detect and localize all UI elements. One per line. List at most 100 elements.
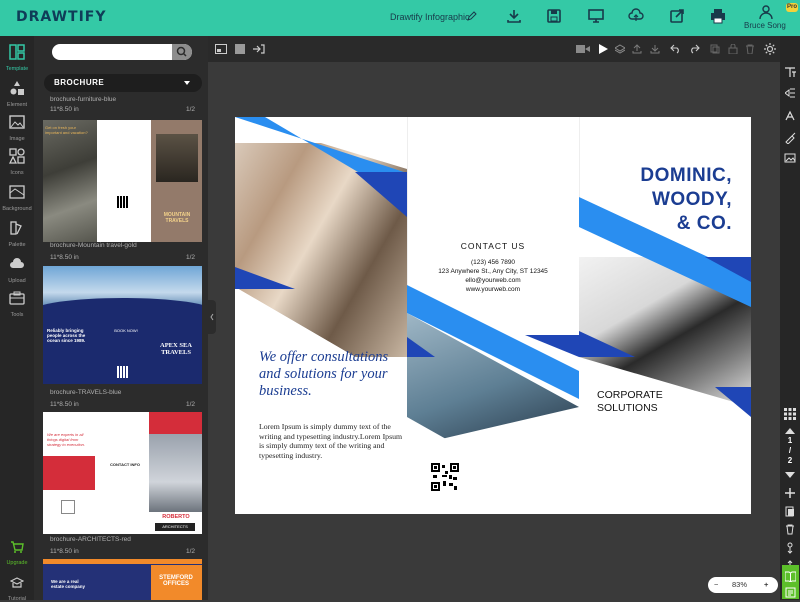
corp-line: CORPORATE [597, 389, 663, 401]
template-icon [9, 44, 25, 60]
body-text[interactable]: Lorem Ipsum is simply dummy text of the … [259, 422, 409, 460]
grid-icon[interactable] [784, 408, 796, 420]
thumb-title: STEMFORD OFFICES [159, 575, 193, 587]
app-logo[interactable]: DRAWTIFY [16, 9, 107, 25]
upload-box-icon[interactable] [632, 44, 642, 54]
rail-icons[interactable]: Icons [0, 148, 34, 176]
search-button[interactable] [172, 44, 192, 60]
print-icon[interactable] [710, 8, 726, 24]
copy-icon[interactable] [710, 44, 720, 54]
template-thumb-stamford[interactable]: We are a real estate company STEMFORD OF… [43, 559, 202, 600]
rail-element[interactable]: Element [0, 80, 34, 108]
qr-code [117, 366, 129, 378]
rail-background[interactable]: Background [0, 184, 34, 212]
rail-upload[interactable]: Upload [0, 256, 34, 284]
chevron-down-icon[interactable] [785, 472, 795, 480]
chevron-up-icon[interactable] [785, 426, 795, 434]
corporate-solutions-text[interactable]: CORPORATE SOLUTIONS [597, 389, 663, 415]
rail-palette[interactable]: Palette [0, 220, 34, 248]
zoom-level[interactable]: 83% [732, 580, 747, 589]
duplicate-page-icon[interactable] [785, 506, 795, 517]
move-page-up-icon[interactable] [785, 542, 795, 554]
brochure-page[interactable]: We offer consultations and solutions for… [235, 117, 751, 514]
book-icon [785, 571, 796, 582]
contact-title[interactable]: CONTACT US [407, 241, 579, 251]
rail-tutorial[interactable]: Tutorial [0, 576, 34, 602]
add-page-icon[interactable] [785, 488, 795, 498]
rail-label: Element [6, 102, 28, 108]
cloud-upload-icon[interactable] [628, 8, 644, 24]
rail-upgrade[interactable]: Upgrade [0, 540, 34, 566]
image-icon [9, 115, 25, 129]
contact-email[interactable]: ello@yourweb.com [407, 277, 579, 284]
search-icon [176, 46, 187, 57]
user-name[interactable]: Bruce Song [744, 21, 786, 30]
panel-collapse-toggle[interactable] [208, 300, 216, 334]
template-thumb-architects[interactable]: We are experts in all things digital fro… [43, 412, 202, 534]
canvas-toolbar [208, 36, 780, 62]
undo-icon[interactable] [670, 44, 680, 54]
video-icon[interactable] [576, 44, 590, 54]
panel-toggle-icon[interactable] [215, 44, 227, 54]
gear-icon[interactable] [764, 43, 776, 55]
redo-icon[interactable] [690, 44, 700, 54]
qr-code[interactable] [431, 463, 459, 491]
layers-icon[interactable] [615, 44, 625, 54]
corp-line: SOLUTIONS [597, 402, 658, 414]
thumb-orange-band [43, 559, 202, 564]
present-icon[interactable] [588, 8, 604, 24]
left-rail: Template Element Image Icons Background … [0, 36, 34, 602]
delete-icon[interactable] [745, 44, 755, 54]
zoom-out-button[interactable]: − [714, 580, 718, 589]
user-icon[interactable] [758, 4, 774, 20]
rail-template[interactable]: Template [0, 44, 34, 72]
company-line: WOODY, [651, 189, 732, 210]
play-icon[interactable] [598, 44, 608, 54]
page-separator: / [788, 446, 792, 455]
save-icon[interactable] [546, 8, 562, 24]
download-icon[interactable] [506, 8, 522, 24]
tutorial-icon [9, 577, 25, 588]
background-color-icon[interactable] [235, 44, 245, 54]
template-thumb-apex[interactable]: Reliably bringing people across the ocea… [43, 266, 202, 384]
thumb-note: Get on fresh your important and vacation… [45, 125, 88, 135]
edit-icon[interactable] [466, 10, 478, 22]
zoom-in-button[interactable]: + [764, 580, 768, 589]
rail-label: Background [2, 206, 32, 212]
category-select[interactable]: BROCHURE [44, 74, 202, 92]
import-icon[interactable] [253, 44, 265, 54]
category-label: BROCHURE [54, 78, 105, 87]
rail-tools[interactable]: Tools [0, 290, 34, 318]
rail-label: Image [9, 136, 25, 142]
company-name[interactable]: DOMINIC, WOODY, & CO. [580, 164, 732, 236]
dark-blue-stripe [579, 331, 635, 357]
text-tool-icon[interactable] [784, 66, 796, 78]
style-icon[interactable] [784, 110, 796, 122]
document-title[interactable]: Drawtify Infographic [390, 12, 470, 22]
top-bar: DRAWTIFY Drawtify Infographic Bruce Song… [0, 0, 800, 36]
rail-image[interactable]: Image [0, 114, 34, 142]
background-icon [9, 185, 25, 199]
share-icon[interactable] [669, 8, 685, 24]
pages-icon [785, 587, 796, 598]
page-total: 2 [787, 456, 793, 465]
rail-label: Tutorial [7, 596, 27, 602]
template-thumb-mountain[interactable]: Get on fresh your important and vacation… [43, 120, 202, 242]
align-icon[interactable] [785, 88, 795, 98]
lock-icon[interactable] [728, 44, 738, 54]
contact-address[interactable]: 123 Anywhere St., Any City, ST 12345 [407, 268, 579, 275]
rail-label: Palette [8, 242, 26, 248]
book-view-button[interactable] [782, 565, 799, 599]
cart-icon [11, 541, 24, 553]
image-settings-icon[interactable] [784, 152, 796, 164]
thumb-red-block [43, 456, 95, 490]
contact-website[interactable]: www.yourweb.com [407, 286, 579, 293]
brush-icon[interactable] [784, 132, 796, 144]
download-box-icon[interactable] [650, 44, 660, 54]
delete-page-icon[interactable] [785, 524, 795, 535]
search-input[interactable] [52, 44, 192, 60]
template-pages: 1/2 [186, 254, 196, 261]
offer-headline[interactable]: We offer consultations and solutions for… [259, 349, 409, 400]
template-name: brochure-Mountain travel-gold [50, 242, 137, 249]
contact-phone[interactable]: (123) 456 7890 [407, 259, 579, 266]
